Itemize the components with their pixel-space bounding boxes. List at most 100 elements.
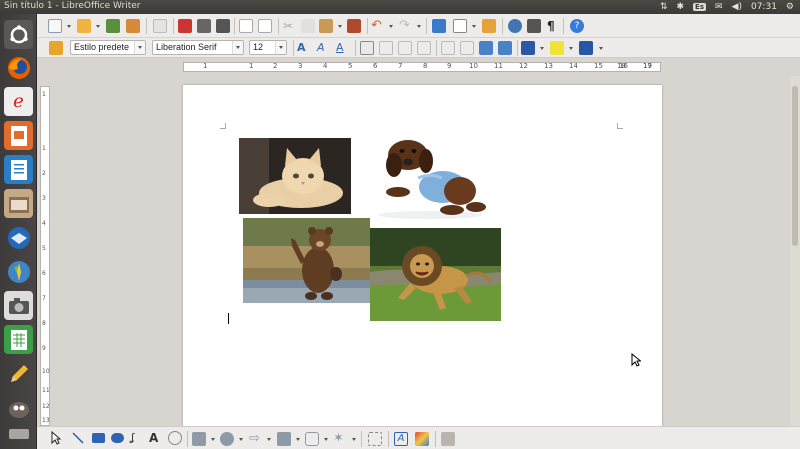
gimp-launcher[interactable] [4,393,33,422]
highlighting-icon[interactable] [550,41,564,55]
table-icon[interactable] [453,19,467,33]
copy-icon[interactable] [301,19,315,33]
chevron-down-icon[interactable] [232,41,243,54]
kitten-image[interactable] [239,138,351,214]
points-icon[interactable] [368,432,382,446]
callout-icon[interactable] [168,431,182,445]
rectangle-icon[interactable] [92,433,105,443]
chevron-down-icon[interactable] [352,438,356,441]
chevron-down-icon[interactable] [267,438,271,441]
power-gear-icon[interactable]: ⚙ [786,2,794,12]
chevron-down-icon[interactable] [134,41,145,54]
underline-icon[interactable]: A [336,41,350,55]
font-name-select[interactable]: Liberation Serif [152,40,244,55]
sort-icon[interactable]: ⇅ [660,2,668,12]
export-pdf-icon[interactable] [178,19,192,33]
vertical-scrollbar[interactable] [790,76,800,426]
bear-image[interactable] [243,218,370,303]
extrusion-icon[interactable] [441,432,455,446]
chevron-down-icon[interactable] [96,25,100,28]
spellcheck-icon[interactable] [239,19,253,33]
cut-icon[interactable]: ✂ [283,19,297,33]
chevron-down-icon[interactable] [472,25,476,28]
horizontal-ruler[interactable]: 1 1 2 3 4 5 6 7 8 9 10 11 12 13 14 15 16… [37,58,800,76]
edit-mode-icon[interactable] [153,19,167,33]
autospellcheck-icon[interactable] [258,19,272,33]
stars-icon[interactable]: ✶ [333,432,347,446]
open-folder-icon[interactable] [77,19,91,33]
new-document-icon[interactable] [48,19,62,33]
freeform-icon[interactable]: ʆ [131,431,145,445]
keyboard-layout-indicator[interactable]: Es [693,3,706,11]
styles-formatting-icon[interactable] [49,41,63,55]
chevron-down-icon[interactable] [211,438,215,441]
chevron-down-icon[interactable] [239,438,243,441]
puppy-image[interactable] [368,135,496,219]
fontwork-icon[interactable]: A [394,432,408,446]
ellipse-icon[interactable] [111,433,124,443]
writer-launcher[interactable] [4,155,33,184]
align-center-icon[interactable] [379,41,393,55]
print-icon[interactable] [197,19,211,33]
chevron-down-icon[interactable] [599,47,603,50]
decrease-indent-icon[interactable] [479,41,493,55]
print-preview-icon[interactable] [216,19,230,33]
line-icon[interactable] [71,431,85,445]
email-launcher[interactable]: ℯ [4,87,33,116]
clock[interactable]: 07:31 [751,2,777,12]
chevron-down-icon[interactable] [296,438,300,441]
insert-image-icon[interactable] [415,432,429,446]
volume-icon[interactable]: ◀) [732,2,742,12]
font-color-icon[interactable] [521,41,535,55]
drive-launcher[interactable] [4,424,33,444]
camera-launcher[interactable] [4,291,33,320]
bluetooth-icon[interactable]: ✱ [677,2,685,12]
flowchart-icon[interactable] [277,432,291,446]
text-box-icon[interactable]: A [149,431,163,445]
font-size-select[interactable]: 12 [249,40,287,55]
bold-icon[interactable]: A [297,41,311,55]
chevron-down-icon[interactable] [540,47,544,50]
chevron-down-icon[interactable] [275,41,286,54]
bullets-icon[interactable] [460,41,474,55]
numbering-icon[interactable] [441,41,455,55]
clone-formatting-icon[interactable] [347,19,361,33]
basic-shapes-icon[interactable] [192,432,206,446]
chevron-down-icon[interactable] [338,25,342,28]
chevron-down-icon[interactable] [324,438,328,441]
italic-icon[interactable]: A [317,41,331,55]
firefox-launcher[interactable] [4,53,33,82]
document-page[interactable] [183,85,662,430]
align-left-icon[interactable] [360,41,374,55]
thunderbird-launcher[interactable] [4,223,33,252]
editor-launcher[interactable] [4,359,33,388]
dash-home-button[interactable] [4,20,33,49]
gallery-icon[interactable] [527,19,541,33]
save-icon[interactable] [106,19,120,33]
files-launcher[interactable] [4,189,33,218]
help-icon[interactable]: ? [570,19,584,33]
email-document-icon[interactable] [126,19,140,33]
symbol-shapes-icon[interactable] [220,432,234,446]
impress-launcher[interactable] [4,121,33,150]
chevron-down-icon[interactable] [569,47,573,50]
pilcrow-icon[interactable]: ¶ [547,19,561,33]
callouts-icon[interactable] [305,432,319,446]
paragraph-style-select[interactable]: Estilo predete [70,40,146,55]
chevron-down-icon[interactable] [389,25,393,28]
navigator-icon[interactable] [508,19,522,33]
align-right-icon[interactable] [398,41,412,55]
chevron-down-icon[interactable] [417,25,421,28]
show-draw-functions-icon[interactable] [482,19,496,33]
undo-icon[interactable]: ↶ [371,19,385,33]
scrollbar-thumb[interactable] [792,86,798,246]
paste-icon[interactable] [319,19,333,33]
mail-icon[interactable]: ✉ [715,2,723,12]
redo-icon[interactable]: ↷ [399,19,413,33]
calc-launcher[interactable] [4,325,33,354]
hyperlink-icon[interactable] [432,19,446,33]
align-justify-icon[interactable] [417,41,431,55]
background-color-icon[interactable] [579,41,593,55]
lion-image[interactable] [370,228,501,321]
select-arrow-icon[interactable] [49,431,63,445]
